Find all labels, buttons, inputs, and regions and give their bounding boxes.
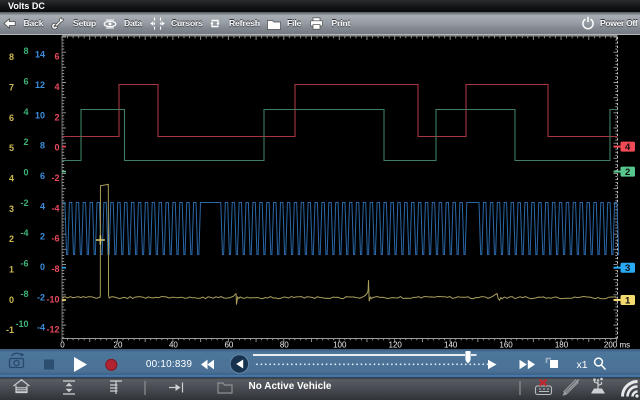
svg-text:7: 7 <box>9 83 14 93</box>
svg-text:-4: -4 <box>51 203 59 213</box>
svg-text:6: 6 <box>23 77 28 87</box>
svg-text:80: 80 <box>280 341 289 350</box>
svg-text:-1: -1 <box>6 325 14 335</box>
svg-text:4: 4 <box>23 107 28 117</box>
svg-text:0: 0 <box>23 168 28 178</box>
svg-text:4: 4 <box>9 174 14 184</box>
svg-text:8: 8 <box>23 46 28 56</box>
svg-text:-4: -4 <box>37 323 45 333</box>
svg-text:2: 2 <box>625 167 630 178</box>
svg-text:3: 3 <box>625 263 630 274</box>
svg-text:14: 14 <box>35 50 45 60</box>
svg-text:200 ms: 200 ms <box>604 341 630 350</box>
svg-text:4: 4 <box>625 142 631 153</box>
svg-text:-2: -2 <box>20 198 28 208</box>
svg-text:-6: -6 <box>20 259 28 269</box>
svg-text:120: 120 <box>389 341 403 350</box>
svg-text:0: 0 <box>54 143 59 153</box>
svg-text:3: 3 <box>9 204 14 214</box>
svg-text:5: 5 <box>9 143 14 153</box>
svg-text:2: 2 <box>23 137 28 147</box>
svg-text:-10: -10 <box>15 319 28 329</box>
svg-text:-12: -12 <box>46 325 59 335</box>
svg-text:-2: -2 <box>37 292 45 302</box>
svg-text:100: 100 <box>333 341 347 350</box>
svg-text:2: 2 <box>54 112 59 122</box>
svg-text:60: 60 <box>224 341 233 350</box>
svg-text:6: 6 <box>9 113 14 123</box>
svg-text:-4: -4 <box>20 228 28 238</box>
svg-text:12: 12 <box>35 80 45 90</box>
svg-text:-10: -10 <box>46 294 59 304</box>
svg-text:4: 4 <box>40 201 45 211</box>
svg-text:10: 10 <box>35 110 45 120</box>
svg-text:-8: -8 <box>20 289 28 299</box>
svg-text:8: 8 <box>9 52 14 62</box>
svg-text:1: 1 <box>625 295 631 306</box>
svg-text:20: 20 <box>114 341 123 350</box>
svg-text:-6: -6 <box>51 234 59 244</box>
svg-text:0: 0 <box>40 262 45 272</box>
svg-text:4: 4 <box>54 82 59 92</box>
svg-text:6: 6 <box>54 52 59 62</box>
svg-text:-2: -2 <box>51 173 59 183</box>
svg-text:8: 8 <box>40 141 45 151</box>
svg-text:2: 2 <box>9 234 14 244</box>
svg-text:1: 1 <box>9 265 14 275</box>
svg-text:140: 140 <box>444 341 458 350</box>
svg-text:-8: -8 <box>51 264 59 274</box>
svg-text:40: 40 <box>169 341 178 350</box>
svg-text:0: 0 <box>60 341 65 350</box>
svg-text:0: 0 <box>9 295 14 305</box>
svg-text:160: 160 <box>499 341 513 350</box>
svg-text:6: 6 <box>40 171 45 181</box>
svg-text:180: 180 <box>555 341 569 350</box>
svg-text:2: 2 <box>40 232 45 242</box>
